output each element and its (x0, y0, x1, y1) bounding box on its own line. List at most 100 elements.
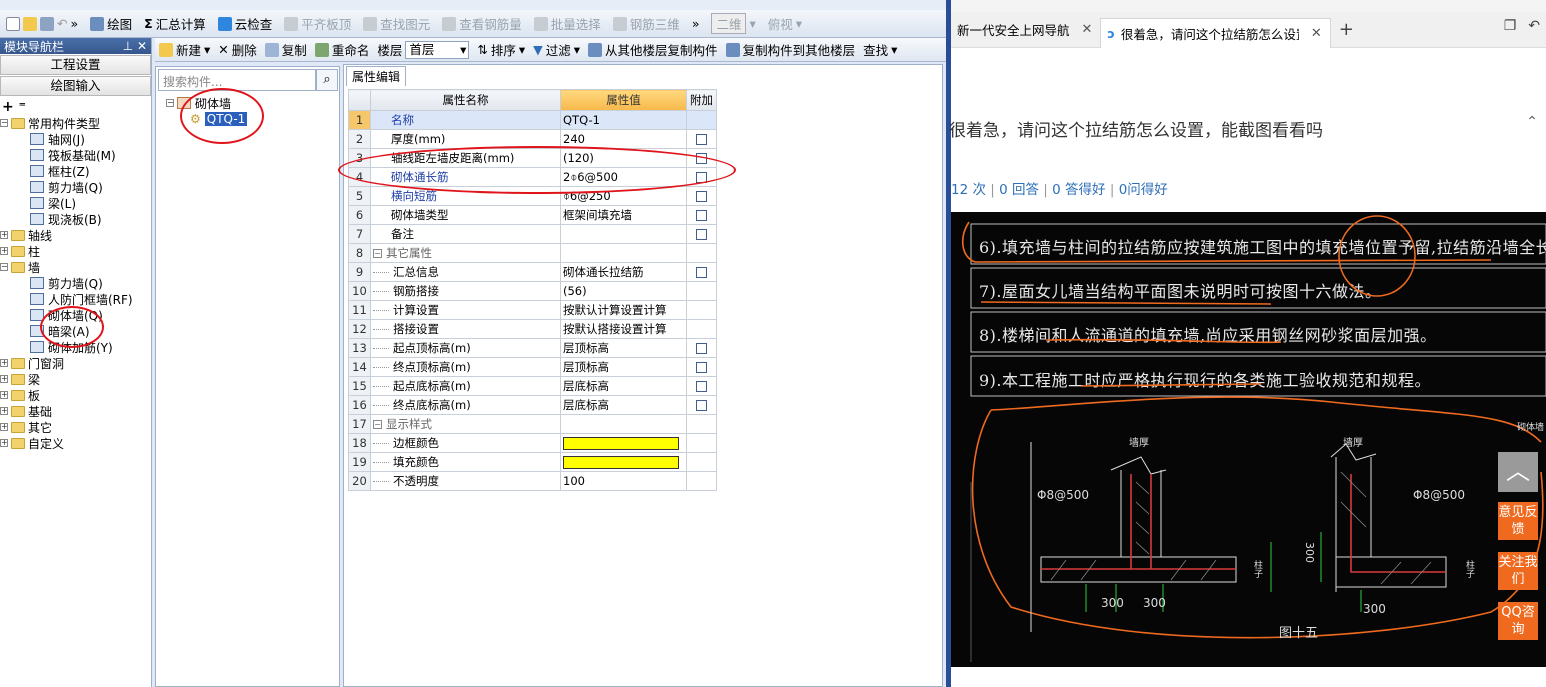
nav-tree-item[interactable]: 剪力墙(Q) (0, 275, 151, 291)
nav-tree-folder[interactable]: + 柱 (0, 243, 151, 259)
property-value-cell[interactable]: 层底标高 (560, 376, 687, 396)
new-component-button[interactable]: 新建 ▾ (155, 38, 214, 62)
attach-checkbox[interactable] (696, 400, 707, 411)
sum-calc-button[interactable]: Σ 汇总计算 (138, 12, 212, 36)
property-row[interactable]: 19 填充颜色 (348, 452, 717, 472)
back-to-top-button[interactable]: ︿ (1498, 452, 1538, 492)
attach-checkbox[interactable] (696, 267, 707, 278)
attach-checkbox[interactable] (696, 134, 707, 145)
nav-expand-collapse-icons[interactable]: + ⁼ (0, 97, 151, 115)
component-search-input[interactable]: 搜索构件... (158, 69, 316, 91)
close-icon[interactable]: ✕ (1311, 26, 1322, 41)
property-value-cell[interactable]: 100 (560, 471, 687, 491)
nav-tree-folder[interactable]: + 自定义 (0, 435, 151, 451)
expand-icon[interactable]: + (0, 231, 8, 239)
save-icon[interactable] (40, 16, 54, 31)
browser-tab-active[interactable]: ↄ 很着急，请问这个拉结筋怎么设置 ✕ (1100, 17, 1331, 48)
more-toolbar-icon[interactable]: » (686, 12, 706, 36)
undo-icon[interactable]: ↶ (57, 16, 67, 31)
property-row[interactable]: 9 汇总信息 砌体通长拉结筋 (348, 262, 717, 282)
chevron-up-icon[interactable]: ⌃ (1526, 114, 1538, 130)
copy-from-other-floor-button[interactable]: 从其他楼层复制构件 (584, 38, 722, 62)
property-value-cell[interactable] (560, 414, 687, 434)
rename-button[interactable]: 重命名 (311, 38, 374, 62)
open-folder-icon[interactable] (23, 16, 37, 31)
filter-button[interactable]: ▼ 过滤 ▾ (529, 38, 584, 62)
attach-checkbox[interactable] (696, 210, 707, 221)
property-row[interactable]: 8− 其它属性 (348, 243, 717, 263)
nav-tree-item[interactable]: 梁(L) (0, 195, 151, 211)
attach-checkbox[interactable] (696, 362, 707, 373)
property-row[interactable]: 16 终点底标高(m) 层底标高 (348, 395, 717, 415)
batch-select-button[interactable]: 批量选择 (528, 12, 607, 36)
color-swatch[interactable] (563, 456, 679, 469)
expand-icon[interactable]: + (0, 359, 8, 367)
meta-good-answers[interactable]: 0 答得好 (1052, 182, 1105, 198)
expand-icon[interactable]: + (0, 439, 8, 447)
tab-property-edit[interactable]: 属性编辑 (346, 66, 407, 86)
meta-good-questions[interactable]: 0问得好 (1119, 182, 1168, 198)
project-settings-button[interactable]: 工程设置 (0, 55, 151, 75)
expand-icon[interactable]: + (0, 247, 8, 255)
close-icon[interactable]: ✕ (1082, 22, 1093, 37)
browser-tab-nav[interactable]: 新一代安全上网导航 ✕ (951, 17, 1100, 43)
property-row[interactable]: 15 起点底标高(m) 层底标高 (348, 376, 717, 396)
expand-icon[interactable]: + (0, 423, 8, 431)
nav-tree-folder[interactable]: + 板 (0, 387, 151, 403)
property-value-cell[interactable] (560, 243, 687, 263)
collapse-icon[interactable]: − (373, 249, 382, 258)
find-element-button[interactable]: 查找图元 (357, 12, 436, 36)
property-row[interactable]: 14 终点顶标高(m) 层顶标高 (348, 357, 717, 377)
expand-icon[interactable]: + (0, 391, 8, 399)
view-rebar-button[interactable]: 查看钢筋量 (436, 12, 528, 36)
view-mode-select[interactable]: 二维 ▾ (705, 12, 761, 36)
drawing-input-button[interactable]: 绘图输入 (0, 76, 151, 96)
property-row[interactable]: 1 名称 QTQ-1 (348, 110, 717, 130)
property-value-cell[interactable]: 层顶标高 (560, 338, 687, 358)
property-row[interactable]: 7 备注 (348, 224, 717, 244)
property-row[interactable]: 18 边框颜色 (348, 433, 717, 453)
property-value-cell[interactable]: 框架间填充墙 (560, 205, 687, 225)
nav-tree-item[interactable]: 剪力墙(Q) (0, 179, 151, 195)
tab-list-icon[interactable]: ❐ (1504, 18, 1517, 34)
property-value-cell[interactable]: 按默认搭接设置计算 (560, 319, 687, 339)
more-icon[interactable]: » (70, 16, 78, 31)
collapse-icon[interactable]: − (373, 420, 382, 429)
property-value-cell[interactable]: 层底标高 (560, 395, 687, 415)
property-row[interactable]: 12 搭接设置 按默认搭接设置计算 (348, 319, 717, 339)
property-row[interactable]: 6 砌体墙类型 框架间填充墙 (348, 205, 717, 225)
qq-consult-button[interactable]: QQ咨询 (1498, 602, 1538, 640)
nav-tree-item[interactable]: 轴网(J) (0, 131, 151, 147)
collapse-icon[interactable]: − (0, 263, 8, 271)
floor-select[interactable]: 首层 ▾ (405, 40, 470, 59)
property-value-cell[interactable] (560, 224, 687, 244)
cloud-check-button[interactable]: 云检查 (212, 12, 279, 36)
nav-tree-folder[interactable]: + 门窗洞 (0, 355, 151, 371)
nav-tree-item[interactable]: 现浇板(B) (0, 211, 151, 227)
top-view-button[interactable]: 俯视 ▾ (762, 12, 808, 36)
follow-us-button[interactable]: 关注我们 (1498, 552, 1538, 590)
new-tab-icon[interactable]: + (1331, 19, 1362, 40)
property-row[interactable]: 17− 显示样式 (348, 414, 717, 434)
sort-button[interactable]: ⇅ 排序 ▾ (473, 38, 529, 62)
new-file-icon[interactable] (6, 16, 20, 31)
attach-checkbox[interactable] (696, 343, 707, 354)
property-value-cell[interactable]: 按默认计算设置计算 (560, 300, 687, 320)
delete-button[interactable]: ✕ 删除 (214, 38, 261, 62)
nav-tree-folder[interactable]: − 常用构件类型 (0, 115, 151, 131)
draw-button[interactable]: 绘图 (84, 12, 138, 36)
collapse-icon[interactable]: − (166, 99, 174, 107)
copy-to-other-floor-button[interactable]: 复制构件到其他楼层 (722, 38, 860, 62)
property-value-cell[interactable] (560, 433, 687, 453)
nav-tree-folder[interactable]: + 轴线 (0, 227, 151, 243)
quick-access-icons[interactable]: ↶ » (0, 12, 84, 36)
find-button[interactable]: 查找 ▾ (859, 38, 901, 62)
copy-button[interactable]: 复制 (261, 38, 311, 62)
rebar-3d-button[interactable]: 钢筋三维 (607, 12, 686, 36)
floor-selector[interactable]: 楼层 首层 ▾ (373, 38, 473, 62)
pin-close-icons[interactable]: ⊥ ✕ (123, 39, 147, 53)
property-value-cell[interactable]: (56) (560, 281, 687, 301)
collapse-icon[interactable]: − (0, 119, 8, 127)
property-value-cell[interactable]: 层顶标高 (560, 357, 687, 377)
property-row[interactable]: 13 起点顶标高(m) 层顶标高 (348, 338, 717, 358)
